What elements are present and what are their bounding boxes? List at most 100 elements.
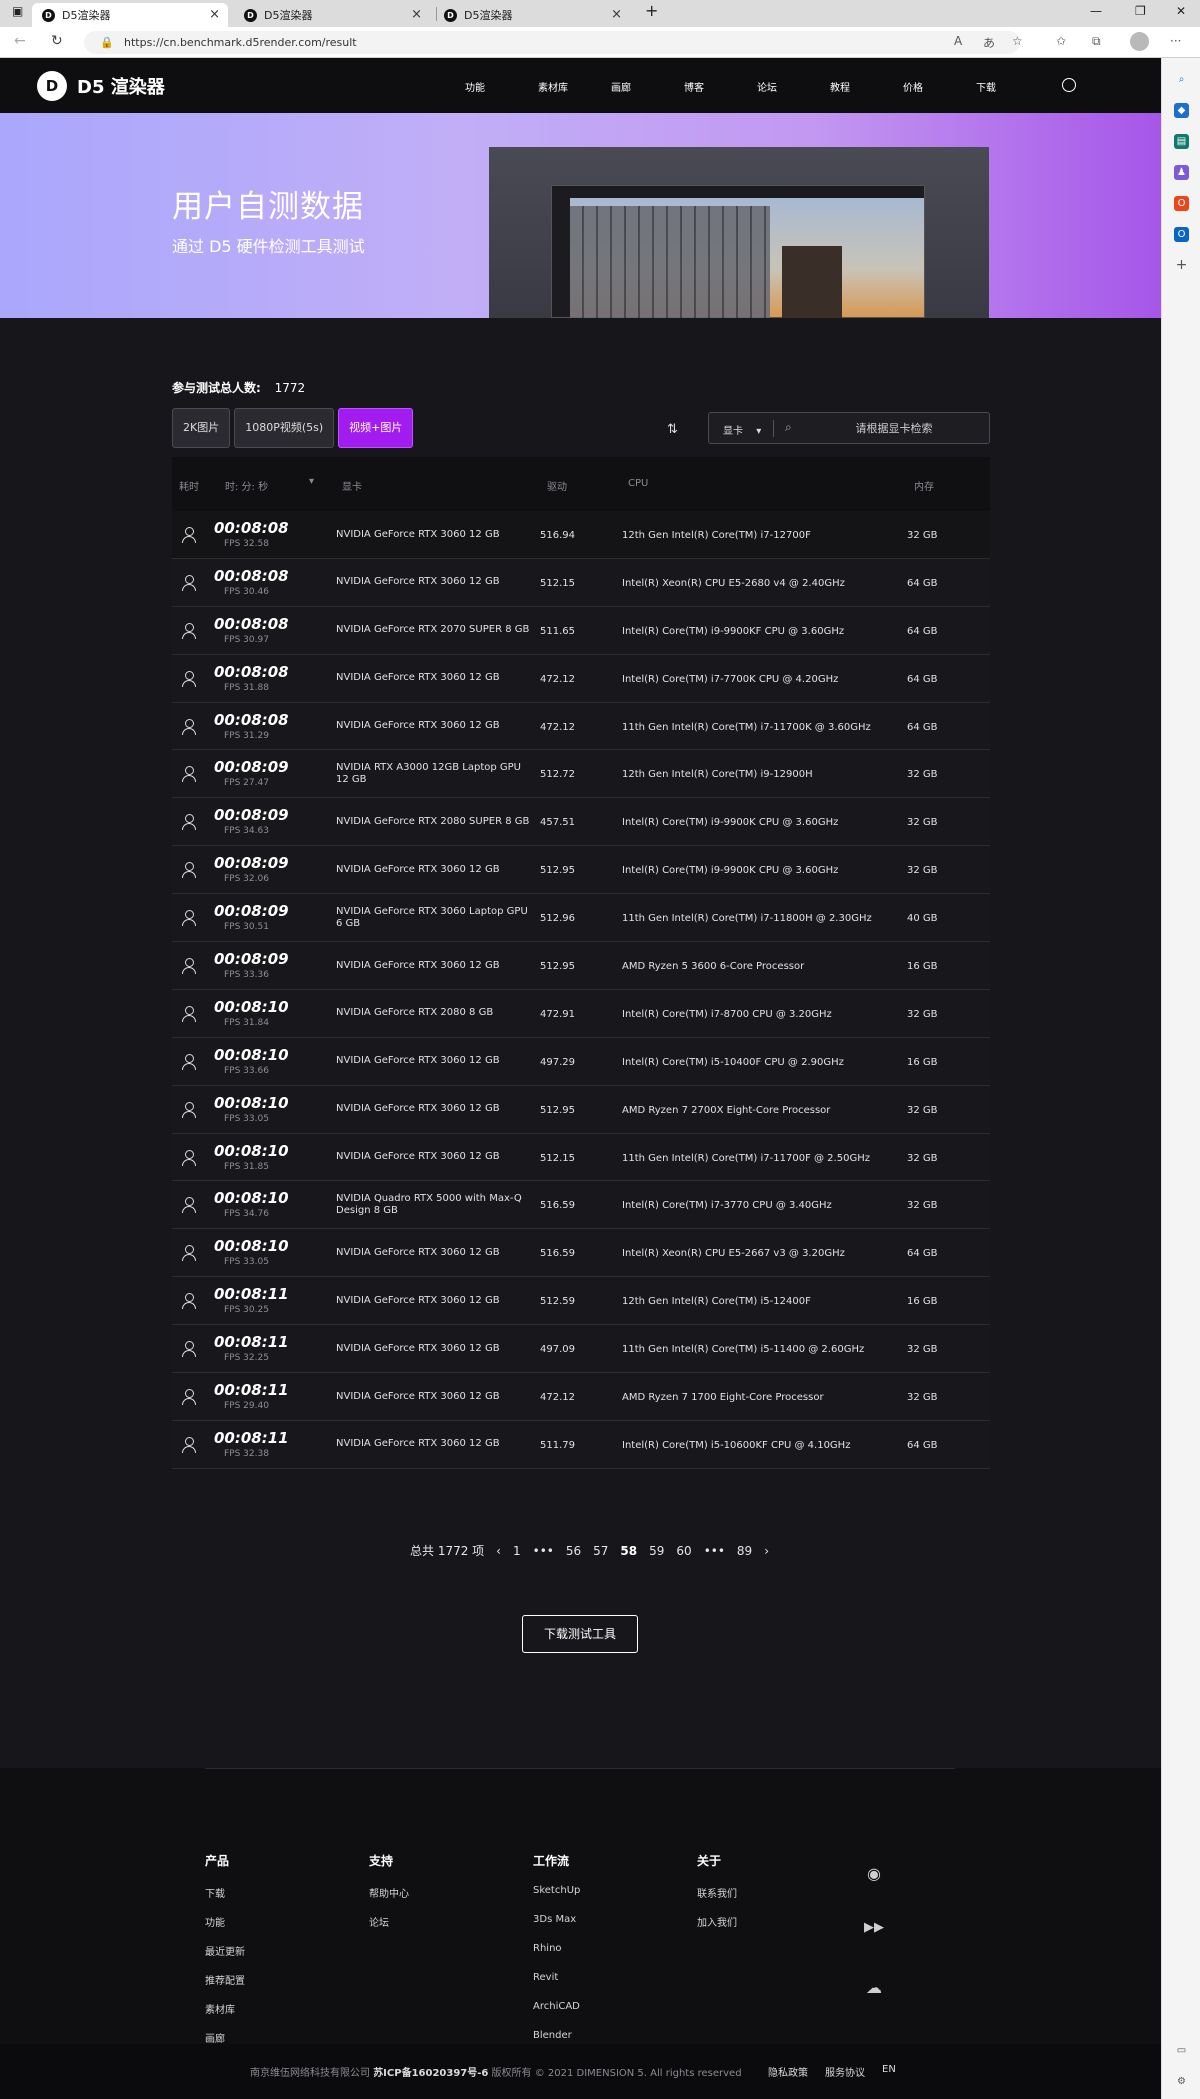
table-row[interactable]: 00:08:08 FPS 30.97 NVIDIA GeForce RTX 2070… [172,606,990,655]
page-58-current[interactable]: 58 [620,1544,637,1558]
add-icon[interactable]: + [1174,258,1189,273]
games-icon[interactable]: ♟ [1174,165,1189,180]
filter-video-image[interactable]: 视频+图片 [338,408,414,448]
table-row[interactable]: 00:08:09 FPS 30.51 NVIDIA GeForce RTX 3060… [172,894,990,943]
footer-link[interactable]: 3Ds Max [533,1914,580,1928]
browser-tab-1[interactable]: D D5渲染器 × [32,3,228,27]
table-row[interactable]: 00:08:09 FPS 34.63 NVIDIA GeForce RTX 2080… [172,798,990,847]
table-row[interactable]: 00:08:08 FPS 30.46 NVIDIA GeForce RTX 3060… [172,558,990,607]
table-row[interactable]: 00:08:11 FPS 30.25 NVIDIA GeForce RTX 3060… [172,1277,990,1326]
shopping-icon[interactable]: ◆ [1174,103,1189,118]
page-59[interactable]: 59 [649,1544,664,1558]
gpu-search-input[interactable] [804,417,984,439]
footer-link[interactable]: 画廊 [205,2030,245,2045]
sidebar-hide-icon[interactable]: ▭ [1174,2043,1189,2058]
office-icon[interactable]: O [1174,196,1189,211]
next-page-icon[interactable]: › [764,1544,769,1558]
user-icon [182,766,196,783]
table-row[interactable]: 00:08:11 FPS 32.25 NVIDIA GeForce RTX 3060… [172,1325,990,1374]
footer-link[interactable]: 帮助中心 [369,1885,409,1900]
bilibili-icon[interactable]: ▶▶ [860,1920,888,1940]
new-tab-icon[interactable]: + [645,1,658,20]
page-89[interactable]: 89 [737,1544,752,1558]
refresh-icon[interactable]: ↻ [51,33,63,49]
footer-link[interactable]: 推荐配置 [205,1972,245,1987]
table-row[interactable]: 00:08:10 FPS 33.66 NVIDIA GeForce RTX 3060… [172,1037,990,1086]
address-bar[interactable]: 🔒 https://cn.benchmark.d5render.com/resu… [84,31,1020,54]
outlook-icon[interactable]: O [1174,227,1189,242]
back-icon[interactable]: ← [14,33,26,49]
footer-link[interactable]: 最近更新 [205,1943,245,1958]
table-row[interactable]: 00:08:08 FPS 32.58 NVIDIA GeForce RTX 3060… [172,511,990,559]
collections-icon[interactable]: ⧉ [1092,34,1101,49]
time-sort-dropdown-icon[interactable]: ▾ [309,476,314,487]
table-row[interactable]: 00:08:09 FPS 33.36 NVIDIA GeForce RTX 3060… [172,942,990,990]
col-time: 耗时 [179,482,199,493]
gpu-name: NVIDIA GeForce RTX 3060 12 GB [336,1342,500,1354]
sort-icon[interactable]: ⇅ [667,422,678,437]
footer-link[interactable]: 加入我们 [697,1914,737,1929]
page-57[interactable]: 57 [593,1544,608,1558]
driver-version: 512.95 [540,961,575,973]
filter-1080p-video[interactable]: 1080P视频(5s) [234,408,335,448]
page-56[interactable]: 56 [566,1544,581,1558]
search-type-select[interactable]: 显卡 ▾ [723,422,761,437]
footer-link[interactable]: ArchiCAD [533,2001,580,2015]
read-aloud-icon[interactable]: A [954,34,962,48]
download-test-tool-button[interactable]: 下载测试工具 [522,1615,638,1653]
language-switch[interactable]: EN [882,2064,896,2075]
minimize-icon[interactable]: — [1090,4,1102,18]
table-row[interactable]: 00:08:10 FPS 31.85 NVIDIA GeForce RTX 3060… [172,1133,990,1182]
footer-link[interactable]: Blender [533,2030,580,2044]
browser-tab-2[interactable]: D D5渲染器 × [234,3,430,27]
profile-avatar[interactable] [1130,32,1149,51]
weibo-icon[interactable]: ◉ [860,1864,888,1884]
table-row[interactable]: 00:08:09 FPS 32.06 NVIDIA GeForce RTX 3060… [172,846,990,895]
browser-tab-3[interactable]: D D5渲染器 × [434,3,630,27]
page-1[interactable]: 1 [513,1544,521,1558]
driver-version: 497.09 [540,1344,575,1356]
restore-icon[interactable]: ❐ [1135,4,1146,18]
footer-link[interactable]: SketchUp [533,1885,580,1899]
footer-link[interactable]: Rhino [533,1943,580,1957]
footer-link[interactable]: 功能 [205,1914,245,1929]
prev-page-icon[interactable]: ‹ [496,1544,501,1558]
privacy-link[interactable]: 隐私政策 [768,2064,808,2079]
tab-actions-icon[interactable]: ▣ [12,4,23,18]
page-ellipsis-right[interactable]: ••• [704,1544,725,1558]
favorite-add-icon[interactable]: ☆ [1012,34,1023,48]
table-row[interactable]: 00:08:11 FPS 32.38 NVIDIA GeForce RTX 3060… [172,1420,990,1469]
render-time: 00:08:09 [214,758,289,777]
fps-value: FPS 30.25 [224,1305,269,1316]
settings-icon[interactable]: ⚙ [1174,2074,1189,2089]
tools-icon[interactable]: ▤ [1174,134,1189,149]
footer-link[interactable]: 素材库 [205,2001,245,2016]
close-tab-icon[interactable]: × [209,7,220,22]
page-60[interactable]: 60 [676,1544,691,1558]
icp-number[interactable]: 苏ICP备16020397号-6 [373,2068,488,2079]
page-ellipsis-left[interactable]: ••• [533,1544,554,1558]
footer-link[interactable]: 下载 [205,1885,245,1900]
close-tab-icon[interactable]: × [411,7,422,22]
table-row[interactable]: 00:08:11 FPS 29.40 NVIDIA GeForce RTX 3060… [172,1373,990,1421]
favorites-icon[interactable]: ✩ [1056,34,1066,48]
table-row[interactable]: 00:08:08 FPS 31.29 NVIDIA GeForce RTX 3060… [172,702,990,751]
filter-2k-image[interactable]: 2K图片 [172,408,231,448]
footer-link[interactable]: 联系我们 [697,1885,737,1900]
table-row[interactable]: 00:08:08 FPS 31.88 NVIDIA GeForce RTX 3060… [172,654,990,703]
wechat-icon[interactable]: ☁ [860,1978,888,1998]
terms-link[interactable]: 服务协议 [825,2064,865,2079]
ram-size: 64 GB [907,1439,938,1451]
table-row[interactable]: 00:08:09 FPS 27.47 NVIDIA RTX A3000 12GB L… [172,750,990,799]
footer-link[interactable]: Revit [533,1972,580,1986]
search-icon[interactable]: ⌕ [1174,72,1189,87]
close-window-icon[interactable]: ✕ [1176,4,1186,18]
more-menu-icon[interactable]: ··· [1170,34,1181,48]
table-row[interactable]: 00:08:10 FPS 33.05 NVIDIA GeForce RTX 3060… [172,1229,990,1278]
footer-link[interactable]: 论坛 [369,1914,409,1929]
close-tab-icon[interactable]: × [611,7,622,22]
table-row[interactable]: 00:08:10 FPS 34.76 NVIDIA Quadro RTX 5000 … [172,1181,990,1230]
table-row[interactable]: 00:08:10 FPS 33.05 NVIDIA GeForce RTX 3060… [172,1085,990,1134]
table-row[interactable]: 00:08:10 FPS 31.84 NVIDIA GeForce RTX 2080… [172,989,990,1038]
translate-icon[interactable]: あ [983,34,995,51]
